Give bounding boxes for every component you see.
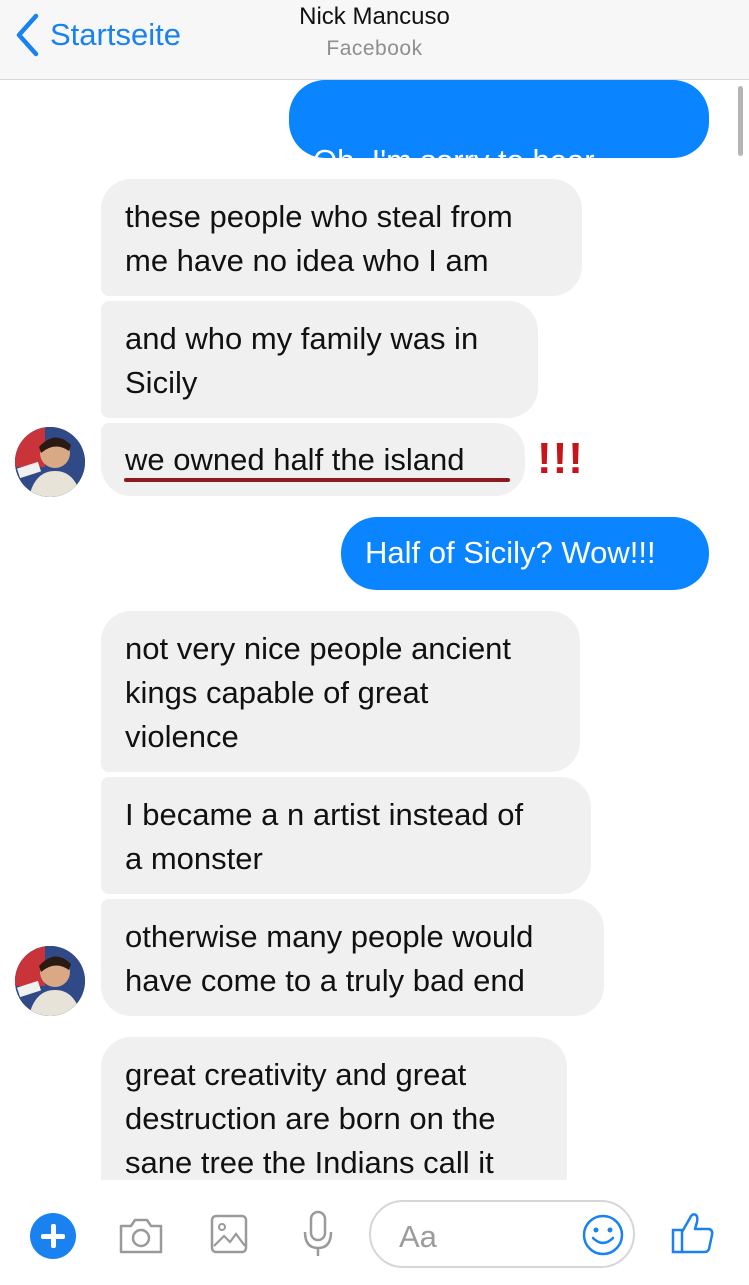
outgoing-message[interactable]: Oh, I'm sorry to hear. [289,80,709,222]
smiley-icon[interactable] [581,1213,625,1257]
microphone-icon[interactable] [302,1210,334,1258]
image-icon[interactable] [210,1214,248,1254]
avatar-image [15,427,85,497]
plus-icon[interactable] [30,1213,76,1259]
contact-avatar[interactable] [15,946,85,1016]
incoming-message[interactable]: these people who steal from me have no i… [101,179,582,296]
annotation-underline [124,478,510,482]
annotation-exclamation: !!! [537,434,584,483]
incoming-message[interactable]: and who my family was in Sicily [101,301,538,418]
incoming-message[interactable]: I became a n artist instead of a monster [101,777,591,894]
camera-icon[interactable] [117,1216,165,1256]
thumbs-up-icon[interactable] [670,1210,716,1256]
message-input-placeholder: Aa [399,1219,437,1254]
incoming-message[interactable]: otherwise many people would have come to… [101,899,604,1016]
scrollbar[interactable] [738,86,743,156]
contact-name[interactable]: Nick Mancuso [0,3,749,31]
outgoing-message[interactable]: Half of Sicily? Wow!!! [341,517,709,590]
incoming-message[interactable]: not very nice people ancient kings capab… [101,611,580,772]
contact-subtitle: Facebook [326,37,423,60]
incoming-message[interactable]: we owned half the island [101,423,525,496]
conversation-header: Startseite Nick Mancuso Facebook [0,0,749,80]
message-text: Oh, I'm sorry to hear. [313,143,602,178]
avatar-image [15,946,85,1016]
message-composer: Aa [0,1180,749,1285]
message-input[interactable]: Aa [369,1200,635,1268]
contact-avatar[interactable] [15,427,85,497]
